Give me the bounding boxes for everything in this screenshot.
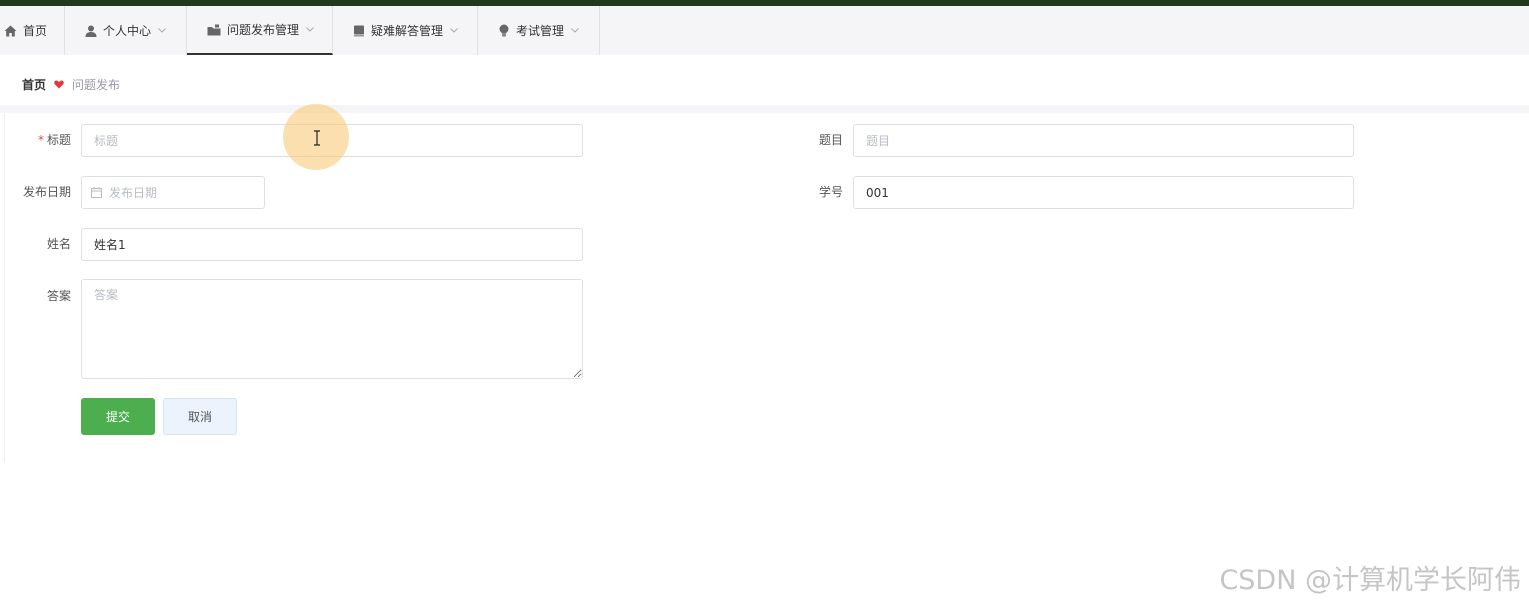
nav-item-qa-manage[interactable]: 疑难解答管理 [333,6,478,55]
publish-date-label: 发布日期 [22,185,71,199]
chevron-down-icon [450,28,458,33]
answer-label: 答案 [46,289,71,303]
nav-item-personal-center[interactable]: 个人中心 [65,6,187,55]
title-input[interactable] [81,124,583,157]
title-label: * 标题 [37,133,71,147]
bulb-icon [499,24,509,37]
nav-item-label: 问题发布管理 [227,23,300,37]
breadcrumb-current: 问题发布 [72,78,121,92]
chevron-down-icon [306,27,314,32]
submit-button[interactable]: 提交 [81,398,155,435]
publish-date-picker[interactable] [81,176,265,209]
book-icon [354,25,364,36]
watermark: CSDN @计算机学长阿伟 [1219,565,1521,596]
name-input[interactable] [81,228,583,261]
cancel-button[interactable]: 取消 [163,398,237,435]
folder-icon [207,24,221,35]
calendar-icon [91,187,102,198]
student-id-input[interactable] [853,176,1354,209]
user-icon [85,25,97,37]
nav-item-question-publish[interactable]: 问题发布管理 [187,6,333,55]
breadcrumb-home[interactable]: 首页 [22,76,46,93]
answer-textarea[interactable] [81,279,583,379]
section-divider [0,105,1529,113]
nav-item-label: 个人中心 [103,24,152,38]
question-input[interactable] [853,124,1354,157]
nav-item-home[interactable]: 首页 [0,6,65,55]
nav-item-label: 疑难解答管理 [371,24,444,38]
student-id-label: 学号 [818,185,843,199]
publish-date-input[interactable] [107,184,251,201]
chevron-down-icon [158,28,166,33]
required-mark: * [37,133,44,147]
breadcrumb: 首页 问题发布 [4,64,1529,105]
name-label: 姓名 [46,237,71,251]
heart-icon [54,80,64,89]
form-panel: *标题 题目 发布日期 学号 姓名 答案 提交 取消 [4,113,1529,463]
nav-item-label: 首页 [23,24,48,38]
question-label: 题目 [818,133,843,147]
nav-item-exam-manage[interactable]: 考试管理 [478,6,600,55]
top-nav: 首页 个人中心 问题发布管理 疑难解答管理 考试管理 [0,6,1529,55]
chevron-down-icon [571,28,579,33]
home-icon [4,25,17,36]
nav-item-label: 考试管理 [516,24,565,38]
